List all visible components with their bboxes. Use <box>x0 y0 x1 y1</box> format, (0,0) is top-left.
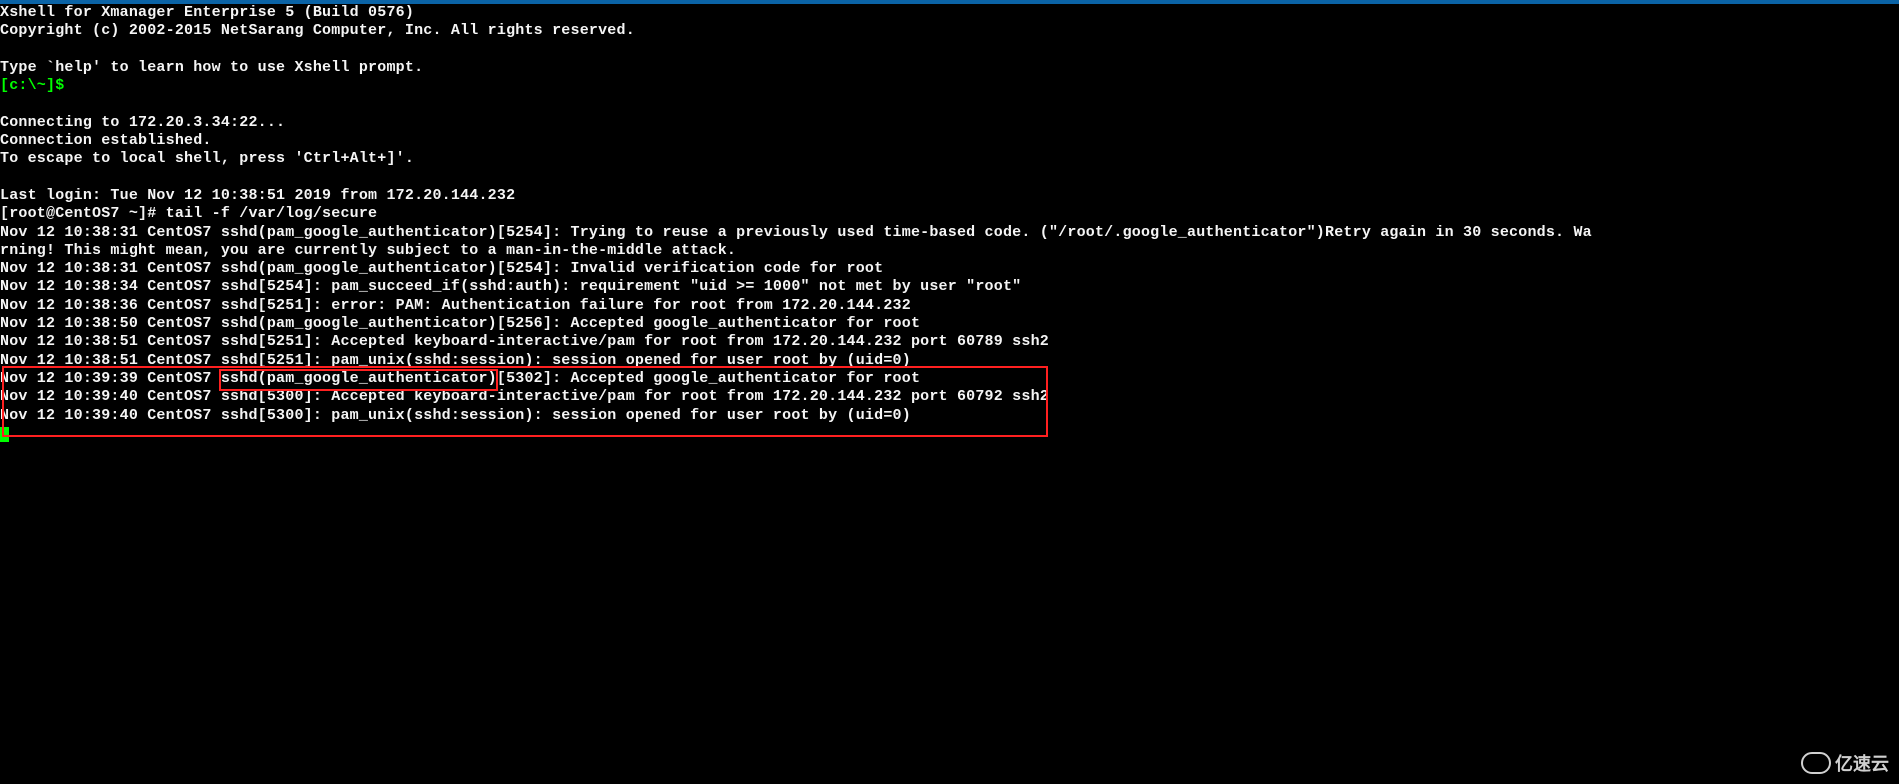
cloud-icon <box>1801 752 1831 774</box>
log-line: Nov 12 10:39:40 CentOS7 sshd[5300]: pam_… <box>0 407 911 424</box>
escape-hint-line: To escape to local shell, press 'Ctrl+Al… <box>0 150 414 167</box>
log-line: Nov 12 10:39:40 CentOS7 sshd[5300]: Acce… <box>0 388 1049 405</box>
watermark: 亿速云 <box>1801 750 1889 776</box>
xshell-prompt[interactable]: [c:\~]$ <box>0 77 74 94</box>
banner-line: Xshell for Xmanager Enterprise 5 (Build … <box>0 4 414 21</box>
watermark-text: 亿速云 <box>1835 750 1889 776</box>
log-line: Nov 12 10:38:34 CentOS7 sshd[5254]: pam_… <box>0 278 1021 295</box>
help-line: Type `help' to learn how to use Xshell p… <box>0 59 423 76</box>
log-line: Nov 12 10:38:50 CentOS7 sshd(pam_google_… <box>0 315 920 332</box>
log-line: Nov 12 10:38:51 CentOS7 sshd[5251]: pam_… <box>0 352 911 369</box>
terminal-output[interactable]: Xshell for Xmanager Enterprise 5 (Build … <box>0 4 1899 784</box>
shell-command-line: [root@CentOS7 ~]# tail -f /var/log/secur… <box>0 205 377 222</box>
connecting-line: Connecting to 172.20.3.34:22... <box>0 114 285 131</box>
last-login-line: Last login: Tue Nov 12 10:38:51 2019 fro… <box>0 187 515 204</box>
log-line: Nov 12 10:38:31 CentOS7 sshd(pam_google_… <box>0 260 883 277</box>
log-line: Nov 12 10:39:39 CentOS7 sshd(pam_google_… <box>0 370 920 387</box>
log-line: Nov 12 10:38:51 CentOS7 sshd[5251]: Acce… <box>0 333 1049 350</box>
terminal-cursor <box>0 427 9 442</box>
log-line: Nov 12 10:38:31 CentOS7 sshd(pam_google_… <box>0 224 1592 259</box>
log-line: Nov 12 10:38:36 CentOS7 sshd[5251]: erro… <box>0 297 911 314</box>
banner-line: Copyright (c) 2002-2015 NetSarang Comput… <box>0 22 635 39</box>
established-line: Connection established. <box>0 132 212 149</box>
